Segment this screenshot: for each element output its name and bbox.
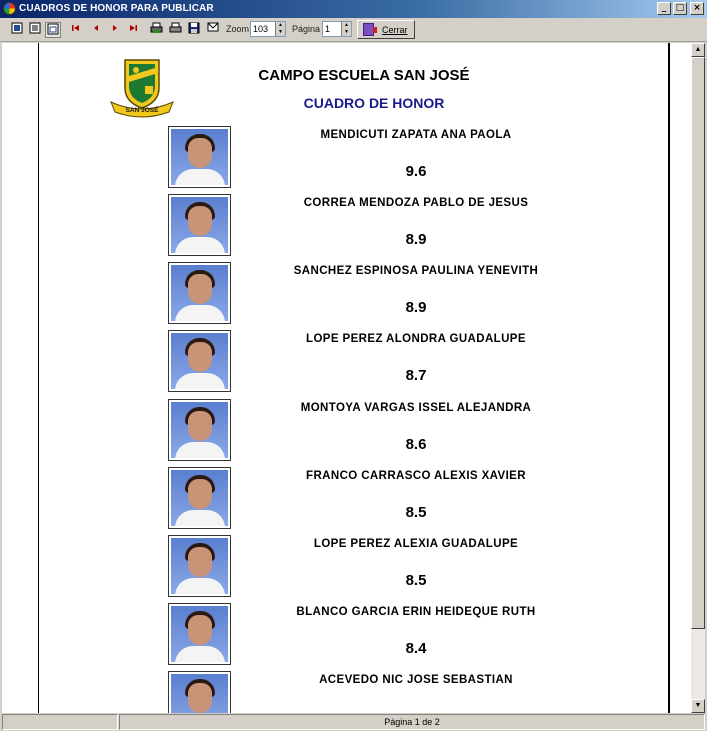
student-entry: CORREA MENDOZA PABLO DE JESUS 8.9: [39, 194, 671, 262]
last-page-icon[interactable]: [125, 22, 141, 38]
toolbar: Zoom 103 ▲ ▼ Página 1 ▲ ▼ Cerrar: [0, 18, 707, 42]
student-photo: [168, 535, 231, 597]
fit-page-icon[interactable]: [45, 22, 61, 38]
scroll-up-icon[interactable]: ▲: [691, 43, 705, 57]
student-photo: [168, 126, 231, 188]
app-icon: [3, 2, 16, 15]
page-label: Página: [292, 24, 321, 34]
zoom-stepper-arrows-icon[interactable]: ▲ ▼: [275, 22, 285, 36]
exit-door-icon: [363, 23, 377, 36]
student-entry: LOPE PEREZ ALEXIA GUADALUPE 8.5: [39, 535, 671, 603]
student-photo: [168, 467, 231, 529]
page-info: Página 1 de 2: [119, 714, 705, 730]
page-stepper-arrows-icon[interactable]: ▲ ▼: [341, 22, 351, 36]
student-entry: FRANCO CARRASCO ALEXIS XAVIER 8.5: [39, 467, 671, 535]
report-page: SAN JOSÉ CAMPO ESCUELA SAN JOSÉ CUADRO D…: [38, 43, 670, 713]
student-name: FRANCO CARRASCO ALEXIS XAVIER: [306, 470, 526, 482]
student-grade: 8.9: [405, 299, 427, 316]
zoom-stepper[interactable]: 103 ▲ ▼: [250, 21, 286, 37]
minimize-button[interactable]: _: [657, 2, 671, 15]
student-name: ACEVEDO NIC JOSE SEBASTIAN: [319, 674, 513, 686]
status-pane-left: [2, 714, 118, 730]
student-photo: [168, 671, 231, 713]
student-grade: 8.6: [405, 436, 427, 453]
student-name: MENDICUTI ZAPATA ANA PAOLA: [320, 129, 512, 141]
print-icon[interactable]: [167, 22, 183, 38]
maximize-button[interactable]: □: [673, 2, 687, 15]
report-viewport[interactable]: SAN JOSÉ CAMPO ESCUELA SAN JOSÉ CUADRO D…: [2, 43, 691, 713]
student-entry: SANCHEZ ESPINOSA PAULINA YENEVITH 8.9: [39, 262, 671, 330]
multi-page-icon[interactable]: [27, 22, 43, 38]
page-stepper[interactable]: 1 ▲ ▼: [322, 21, 352, 37]
save-icon[interactable]: [186, 22, 202, 38]
student-photo: [168, 194, 231, 256]
report-subtitle: CUADRO DE HONOR: [303, 95, 445, 111]
student-name: LOPE PEREZ ALONDRA GUADALUPE: [306, 333, 526, 345]
email-icon[interactable]: [205, 22, 221, 38]
cerrar-label: Cerrar: [382, 25, 408, 35]
student-entry: MONTOYA VARGAS ISSEL ALEJANDRA 8.6: [39, 399, 671, 467]
title-bar[interactable]: CUADROS DE HONOR PARA PUBLICAR _ □ ×: [0, 0, 707, 18]
scroll-thumb[interactable]: [691, 57, 705, 629]
school-name: CAMPO ESCUELA SAN JOSÉ: [258, 67, 470, 84]
student-entry: LOPE PEREZ ALONDRA GUADALUPE 8.7: [39, 330, 671, 398]
student-grade: 8.7: [405, 367, 427, 384]
student-entry: ACEVEDO NIC JOSE SEBASTIAN: [39, 671, 671, 713]
single-page-icon[interactable]: [9, 22, 25, 38]
student-name: SANCHEZ ESPINOSA PAULINA YENEVITH: [293, 265, 539, 277]
student-photo: [168, 330, 231, 392]
scroll-down-icon[interactable]: ▼: [691, 699, 705, 713]
vertical-scrollbar[interactable]: ▲ ▼: [691, 43, 705, 713]
report-viewer-window: CUADROS DE HONOR PARA PUBLICAR _ □ × Zoo…: [0, 0, 707, 731]
student-name: BLANCO GARCIA ERIN HEIDEQUE RUTH: [296, 606, 536, 618]
window-title: CUADROS DE HONOR PARA PUBLICAR: [19, 3, 214, 14]
next-page-icon[interactable]: [107, 22, 123, 38]
student-name: MONTOYA VARGAS ISSEL ALEJANDRA: [300, 402, 532, 414]
prev-page-icon[interactable]: [88, 22, 104, 38]
close-window-button[interactable]: ×: [690, 2, 704, 15]
student-grade: 8.9: [405, 231, 427, 248]
student-photo: [168, 399, 231, 461]
page-value: 1: [325, 24, 331, 34]
first-page-icon[interactable]: [68, 22, 84, 38]
zoom-label: Zoom: [226, 24, 250, 34]
zoom-value: 103: [253, 24, 269, 34]
student-grade: 8.5: [405, 504, 427, 521]
cerrar-button[interactable]: Cerrar: [357, 20, 415, 39]
status-bar: Página 1 de 2: [0, 713, 707, 731]
student-entry: MENDICUTI ZAPATA ANA PAOLA 9.6: [39, 126, 671, 194]
student-entry: BLANCO GARCIA ERIN HEIDEQUE RUTH 8.4: [39, 603, 671, 671]
student-grade: 8.4: [405, 640, 427, 657]
student-photo: [168, 262, 231, 324]
student-name: CORREA MENDOZA PABLO DE JESUS: [303, 197, 529, 209]
print-setup-icon[interactable]: [148, 22, 164, 38]
student-photo: [168, 603, 231, 665]
student-name: LOPE PEREZ ALEXIA GUADALUPE: [313, 538, 519, 550]
student-grade: 9.6: [405, 163, 427, 180]
student-grade: 8.5: [405, 572, 427, 589]
